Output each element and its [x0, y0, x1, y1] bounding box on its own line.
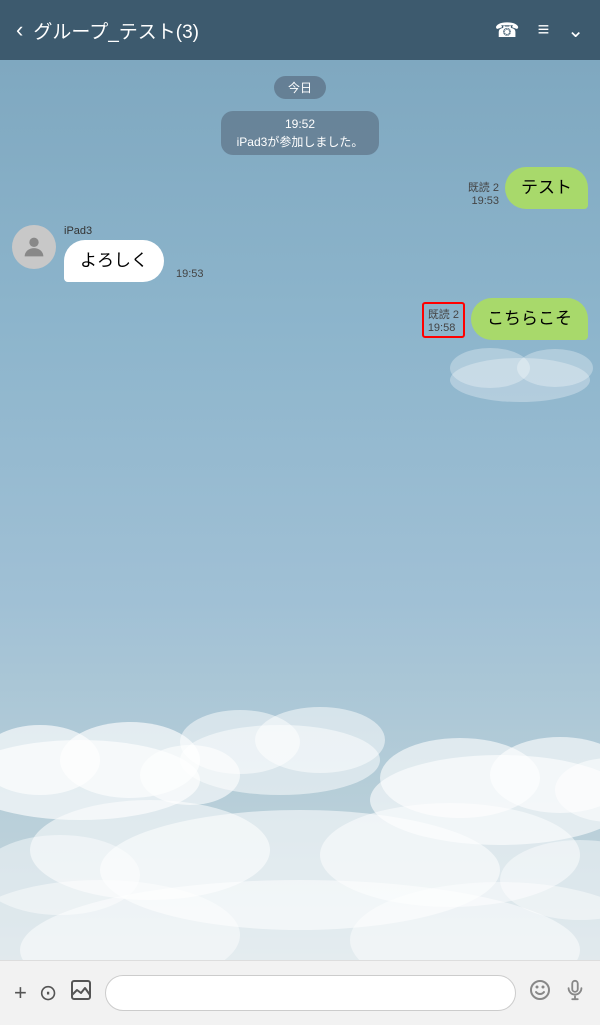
plus-button[interactable]: +: [14, 980, 27, 1006]
bubble-1: テスト: [505, 167, 588, 209]
chat-title: グループ_テスト(3): [33, 17, 494, 44]
system-time: 19:52: [285, 117, 315, 131]
phone-icon[interactable]: ☎: [495, 18, 520, 43]
header-icons: ☎ ≡ ⌄: [495, 18, 584, 43]
chevron-down-icon[interactable]: ⌄: [567, 18, 584, 43]
image-button[interactable]: [69, 978, 93, 1008]
read-receipt-1: 既読 2: [468, 179, 499, 195]
msg-meta-2: 19:53: [176, 268, 204, 280]
bubble-3: こちらこそ: [471, 298, 588, 340]
msg-content-2: iPad3 よろしく 19:53: [64, 225, 210, 282]
read-receipt-3-highlighted: 既読 2 19:58: [422, 302, 465, 338]
chat-background: 今日 19:52 iPad3が参加しました。 既読 2 19:53 テスト iP: [0, 60, 600, 960]
message-row-2: iPad3 よろしく 19:53: [12, 225, 588, 282]
avatar-ipad3: [12, 225, 56, 269]
date-label: 今日: [274, 76, 326, 99]
msg-meta-1: 既読 2 19:53: [468, 179, 499, 207]
camera-button[interactable]: ⊙: [39, 980, 57, 1006]
sender-name-2: iPad3: [64, 225, 210, 237]
time-3: 19:58: [428, 322, 456, 334]
time-1: 19:53: [471, 195, 499, 207]
emoji-button[interactable]: [528, 978, 552, 1008]
message-row-1: 既読 2 19:53 テスト: [12, 167, 588, 209]
message-row-3: 既読 2 19:58 こちらこそ: [12, 298, 588, 340]
read-text-3: 既読 2: [428, 309, 459, 321]
bubble-2: よろしく: [64, 240, 164, 282]
input-toolbar: + ⊙: [0, 960, 600, 1025]
time-2: 19:53: [176, 268, 204, 280]
msg-meta-3: 既読 2 19:58: [422, 302, 465, 338]
system-message: 19:52 iPad3が参加しました。: [221, 111, 380, 155]
message-input[interactable]: [105, 975, 516, 1011]
mic-button[interactable]: [564, 979, 586, 1007]
system-text: iPad3が参加しました。: [237, 135, 364, 149]
back-button[interactable]: ‹: [16, 17, 23, 43]
menu-icon[interactable]: ≡: [538, 19, 550, 42]
messages-container: 今日 19:52 iPad3が参加しました。 既読 2 19:53 テスト iP: [0, 60, 600, 960]
chat-header: ‹ グループ_テスト(3) ☎ ≡ ⌄: [0, 0, 600, 60]
